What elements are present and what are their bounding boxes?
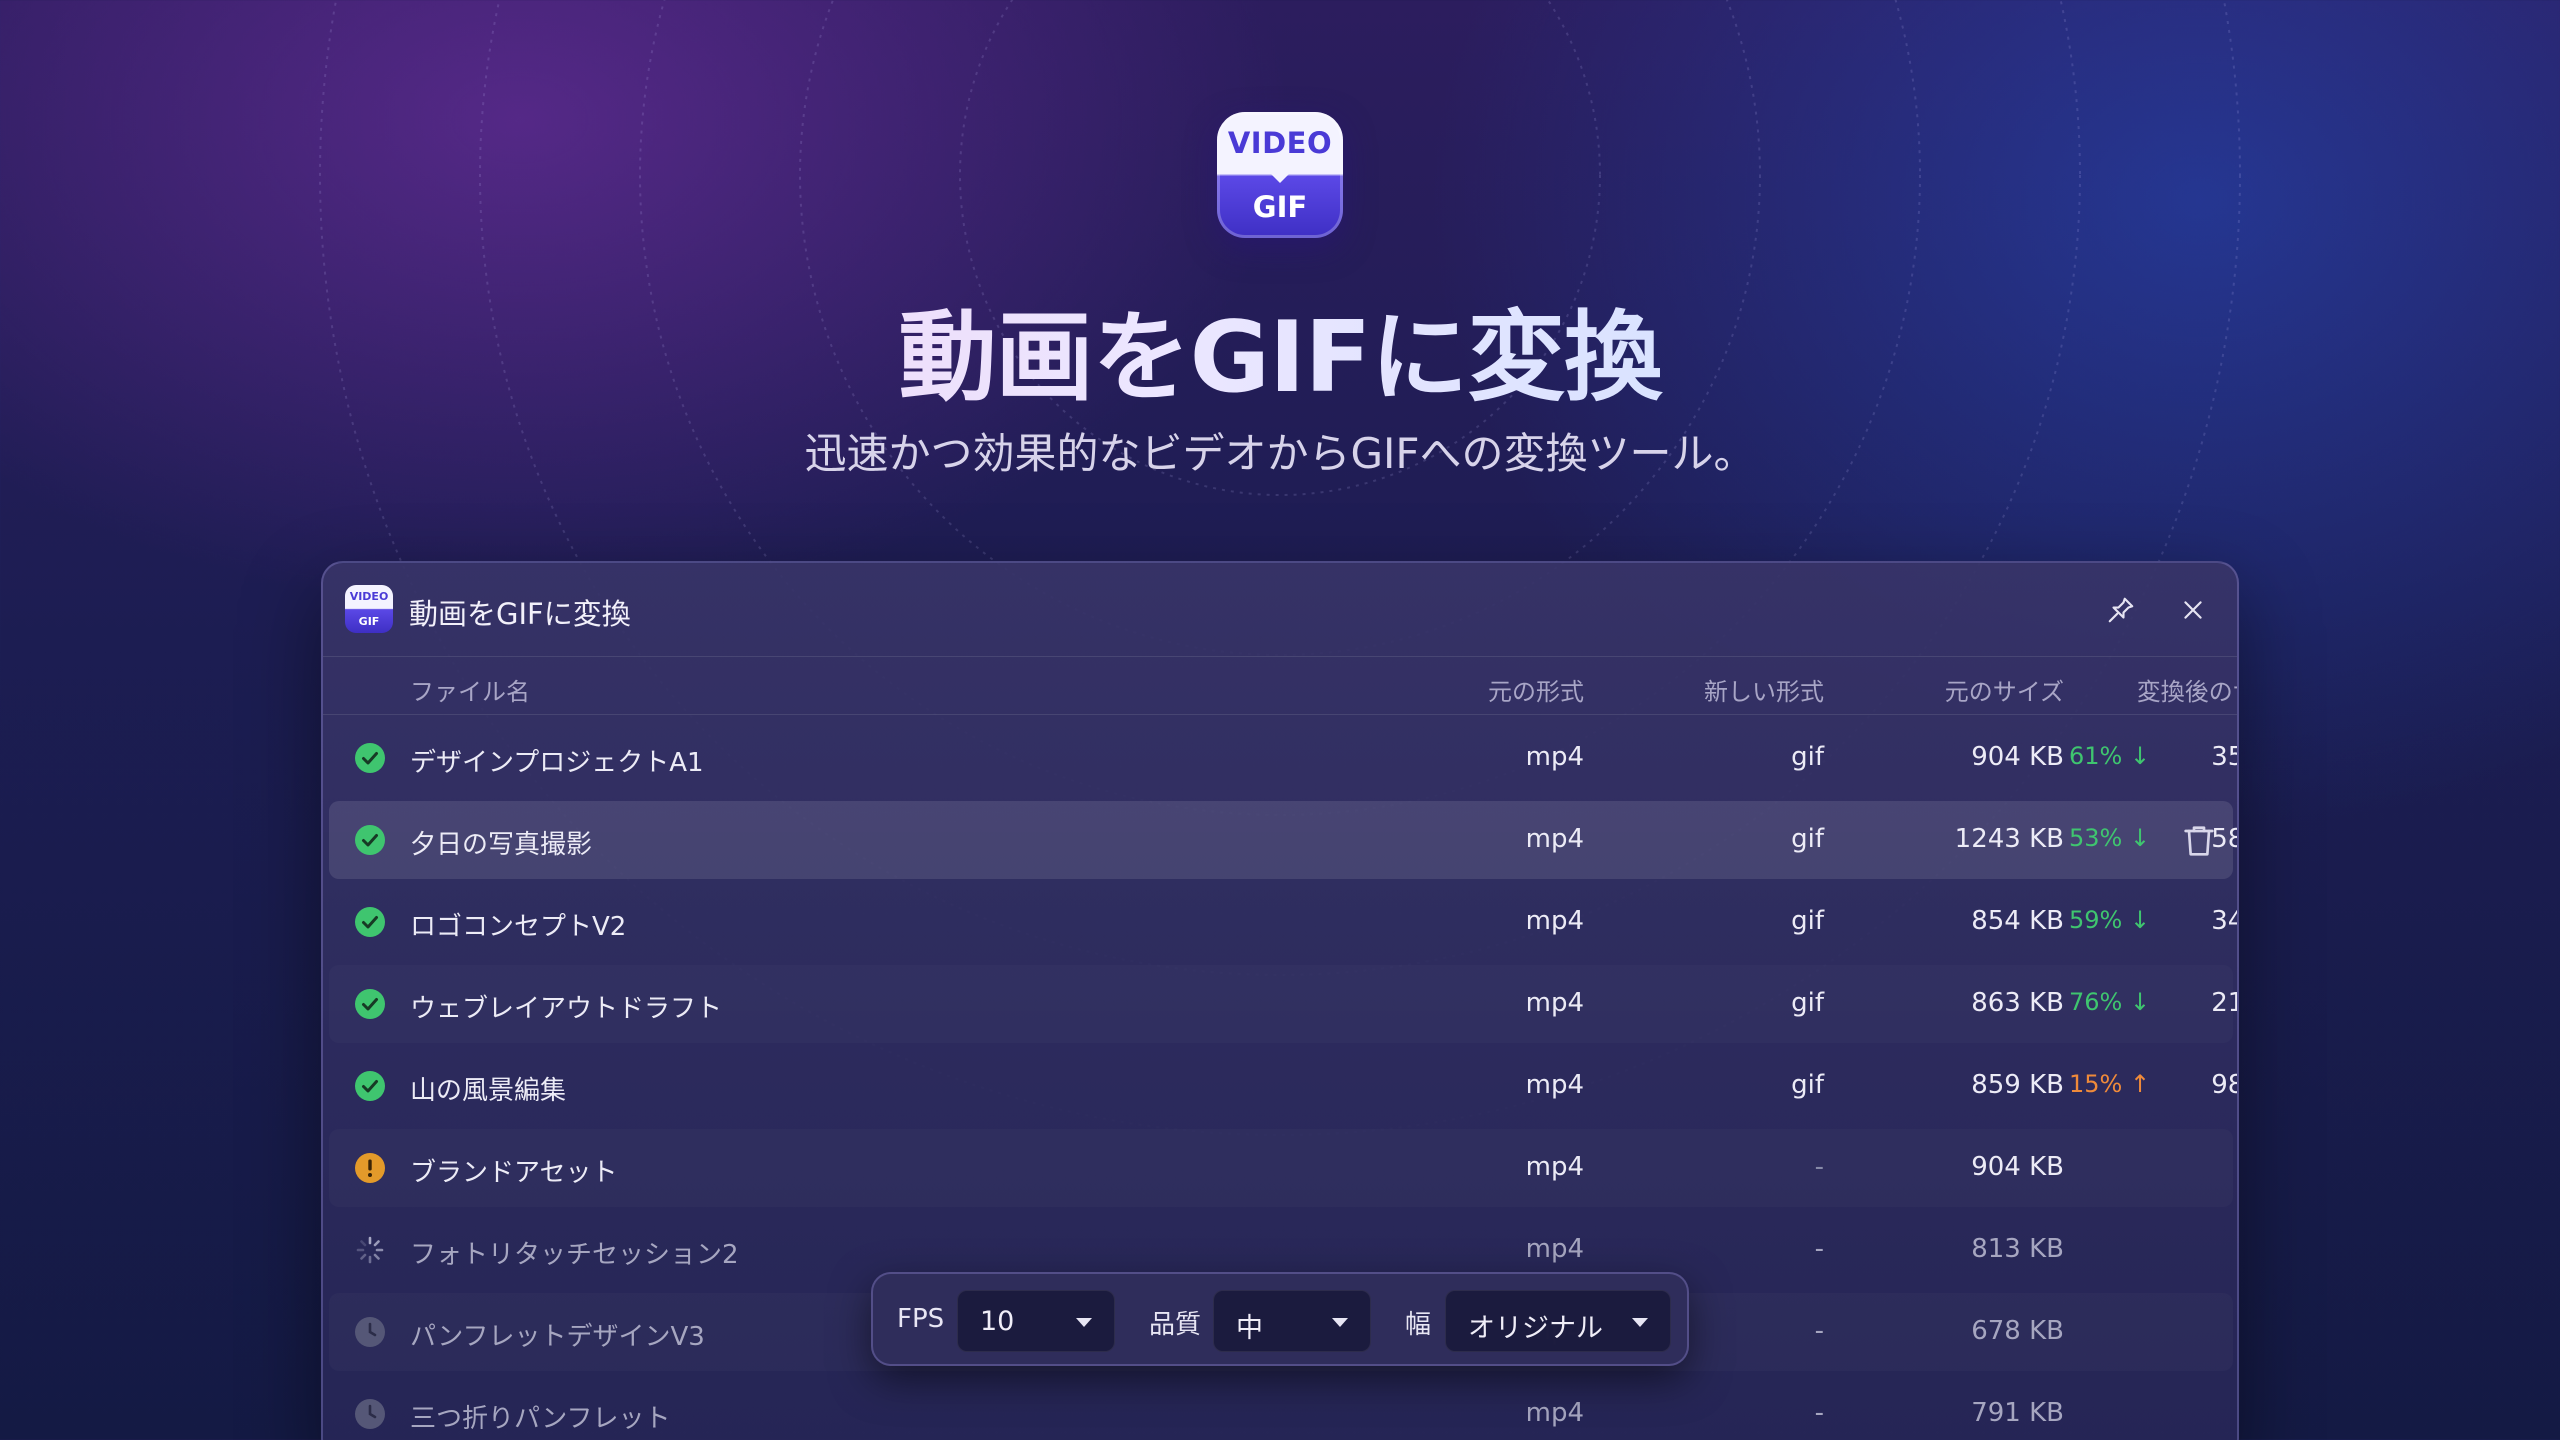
orig-size: 863 KB: [1971, 988, 2064, 1018]
clock-icon: [355, 1317, 385, 1347]
size-change: 61% ↓: [2069, 742, 2151, 770]
column-header-new-size[interactable]: 変換後のサイズ: [2024, 672, 2237, 707]
orig-size: 791 KB: [1971, 1398, 2064, 1428]
orig-size: 1243 KB: [1954, 824, 2064, 854]
warning-icon: [355, 1153, 385, 1183]
fps-value: 10: [980, 1306, 1015, 1337]
file-name: フォトリタッチセッション2: [410, 1240, 739, 1270]
hero-subtitle: 迅速かつ効果的なビデオからGIFへの変換ツール。: [804, 429, 1756, 478]
window-titlebar: VIDEO GIF 動画をGIFに変換: [323, 563, 2237, 657]
table-row[interactable]: ロゴコンセプトV2 mp4 gif 854 KB 342 KB 59% ↓: [329, 883, 2237, 961]
app-logo: VIDEO GIF: [1217, 112, 1343, 238]
chevron-down-icon: [1332, 1318, 1348, 1327]
check-circle-icon: [355, 907, 385, 937]
file-name: 山の風景編集: [410, 1076, 567, 1106]
settings-toolbar: FPS 10 品質 中 幅 オリジナル: [871, 1272, 1689, 1366]
hero-title: 動画をGIFに変換: [0, 278, 2560, 420]
table-row[interactable]: ブランドアセット mp4 - 904 KB -: [329, 1129, 2233, 1207]
table-row[interactable]: ウェブレイアウトドラフト mp4 gif 863 KB 216 KB 76% ↓: [329, 965, 2237, 1043]
orig-format: mp4: [1525, 906, 1584, 936]
window-app-icon-bottom: GIF: [358, 615, 380, 628]
new-format: -: [1814, 1152, 1824, 1182]
trash-icon[interactable]: [2179, 821, 2219, 861]
orig-size: 904 KB: [1971, 1152, 2064, 1182]
table-row[interactable]: 三つ折りパンフレット mp4 - 791 KB -: [329, 1375, 2233, 1440]
orig-format: mp4: [1525, 742, 1584, 772]
size-change: 15% ↑: [2069, 1070, 2151, 1098]
orig-format: mp4: [1525, 1070, 1584, 1100]
new-format: gif: [1791, 1070, 1824, 1100]
quality-label: 品質: [1149, 1310, 1202, 1340]
orig-format: mp4: [1525, 824, 1584, 854]
orig-size: 904 KB: [1971, 742, 2064, 772]
table-row[interactable]: デザインプロジェクトA1 mp4 gif 904 KB 353 KB 61% ↓: [329, 719, 2237, 797]
new-size: -: [2024, 1398, 2237, 1428]
quality-select[interactable]: 中: [1213, 1290, 1371, 1352]
file-name: デザインプロジェクトA1: [410, 748, 704, 778]
table-row[interactable]: 山の風景編集 mp4 gif 859 KB 985 KB 15% ↑: [329, 1047, 2237, 1125]
app-logo-notch: [1268, 171, 1292, 183]
fps-label: FPS: [897, 1304, 945, 1334]
size-change: 76% ↓: [2069, 988, 2151, 1016]
pin-icon: [2108, 597, 2134, 623]
new-format: gif: [1791, 906, 1824, 936]
column-header-name[interactable]: ファイル名: [410, 672, 530, 707]
chevron-down-icon: [1632, 1318, 1648, 1327]
width-select[interactable]: オリジナル: [1445, 1290, 1671, 1352]
new-size: -: [2024, 1152, 2237, 1182]
clock-icon: [355, 1399, 385, 1429]
window-title: 動画をGIFに変換: [409, 597, 631, 631]
orig-format: mp4: [1525, 1152, 1584, 1182]
new-size: -: [2024, 1234, 2237, 1264]
close-icon: [2184, 601, 2202, 619]
window-app-icon-top: VIDEO: [349, 590, 389, 603]
orig-size: 859 KB: [1971, 1070, 2064, 1100]
new-format: gif: [1791, 742, 1824, 772]
app-logo-video-text: VIDEO: [1227, 126, 1333, 160]
app-logo-gif-text: GIF: [1252, 190, 1308, 224]
new-size: -: [2024, 1316, 2237, 1346]
check-circle-icon: [355, 1071, 385, 1101]
file-name: 夕日の写真撮影: [410, 830, 593, 860]
file-name: ロゴコンセプトV2: [410, 912, 627, 942]
column-header-orig-size[interactable]: 元のサイズ: [1784, 672, 2064, 707]
check-circle-icon: [355, 825, 385, 855]
fps-select[interactable]: 10: [957, 1290, 1115, 1352]
orig-size: 854 KB: [1971, 906, 2064, 936]
size-change: 59% ↓: [2069, 906, 2151, 934]
width-value: オリジナル: [1468, 1313, 1603, 1344]
orig-format: mp4: [1525, 1398, 1584, 1428]
check-circle-icon: [355, 989, 385, 1019]
orig-size: 678 KB: [1971, 1316, 2064, 1346]
window-app-icon: VIDEO GIF: [345, 585, 393, 633]
close-button[interactable]: [2171, 588, 2215, 632]
new-format: gif: [1791, 824, 1824, 854]
new-format: gif: [1791, 988, 1824, 1018]
loading-spinner-icon: [356, 1236, 384, 1264]
file-name: 三つ折りパンフレット: [410, 1404, 671, 1434]
orig-format: mp4: [1525, 988, 1584, 1018]
file-name: パンフレットデザインV3: [410, 1322, 705, 1352]
column-header-new-format[interactable]: 新しい形式: [1544, 672, 1824, 707]
orig-size: 813 KB: [1971, 1234, 2064, 1264]
check-circle-icon: [355, 743, 385, 773]
table-header: ファイル名 元の形式 新しい形式 元のサイズ 変換後のサイズ: [323, 657, 2237, 715]
file-name: ウェブレイアウトドラフト: [410, 994, 723, 1024]
table-row[interactable]: 夕日の写真撮影 mp4 gif 1243 KB 584 KB 53% ↓: [329, 801, 2237, 879]
chevron-down-icon: [1076, 1318, 1092, 1327]
orig-format: mp4: [1525, 1234, 1584, 1264]
file-name: ブランドアセット: [410, 1158, 618, 1188]
new-format: -: [1814, 1398, 1824, 1428]
width-label: 幅: [1405, 1310, 1432, 1340]
column-header-orig-format[interactable]: 元の形式: [1304, 672, 1584, 707]
new-format: -: [1814, 1234, 1824, 1264]
quality-value: 中: [1236, 1313, 1263, 1344]
pin-button[interactable]: [2099, 588, 2143, 632]
